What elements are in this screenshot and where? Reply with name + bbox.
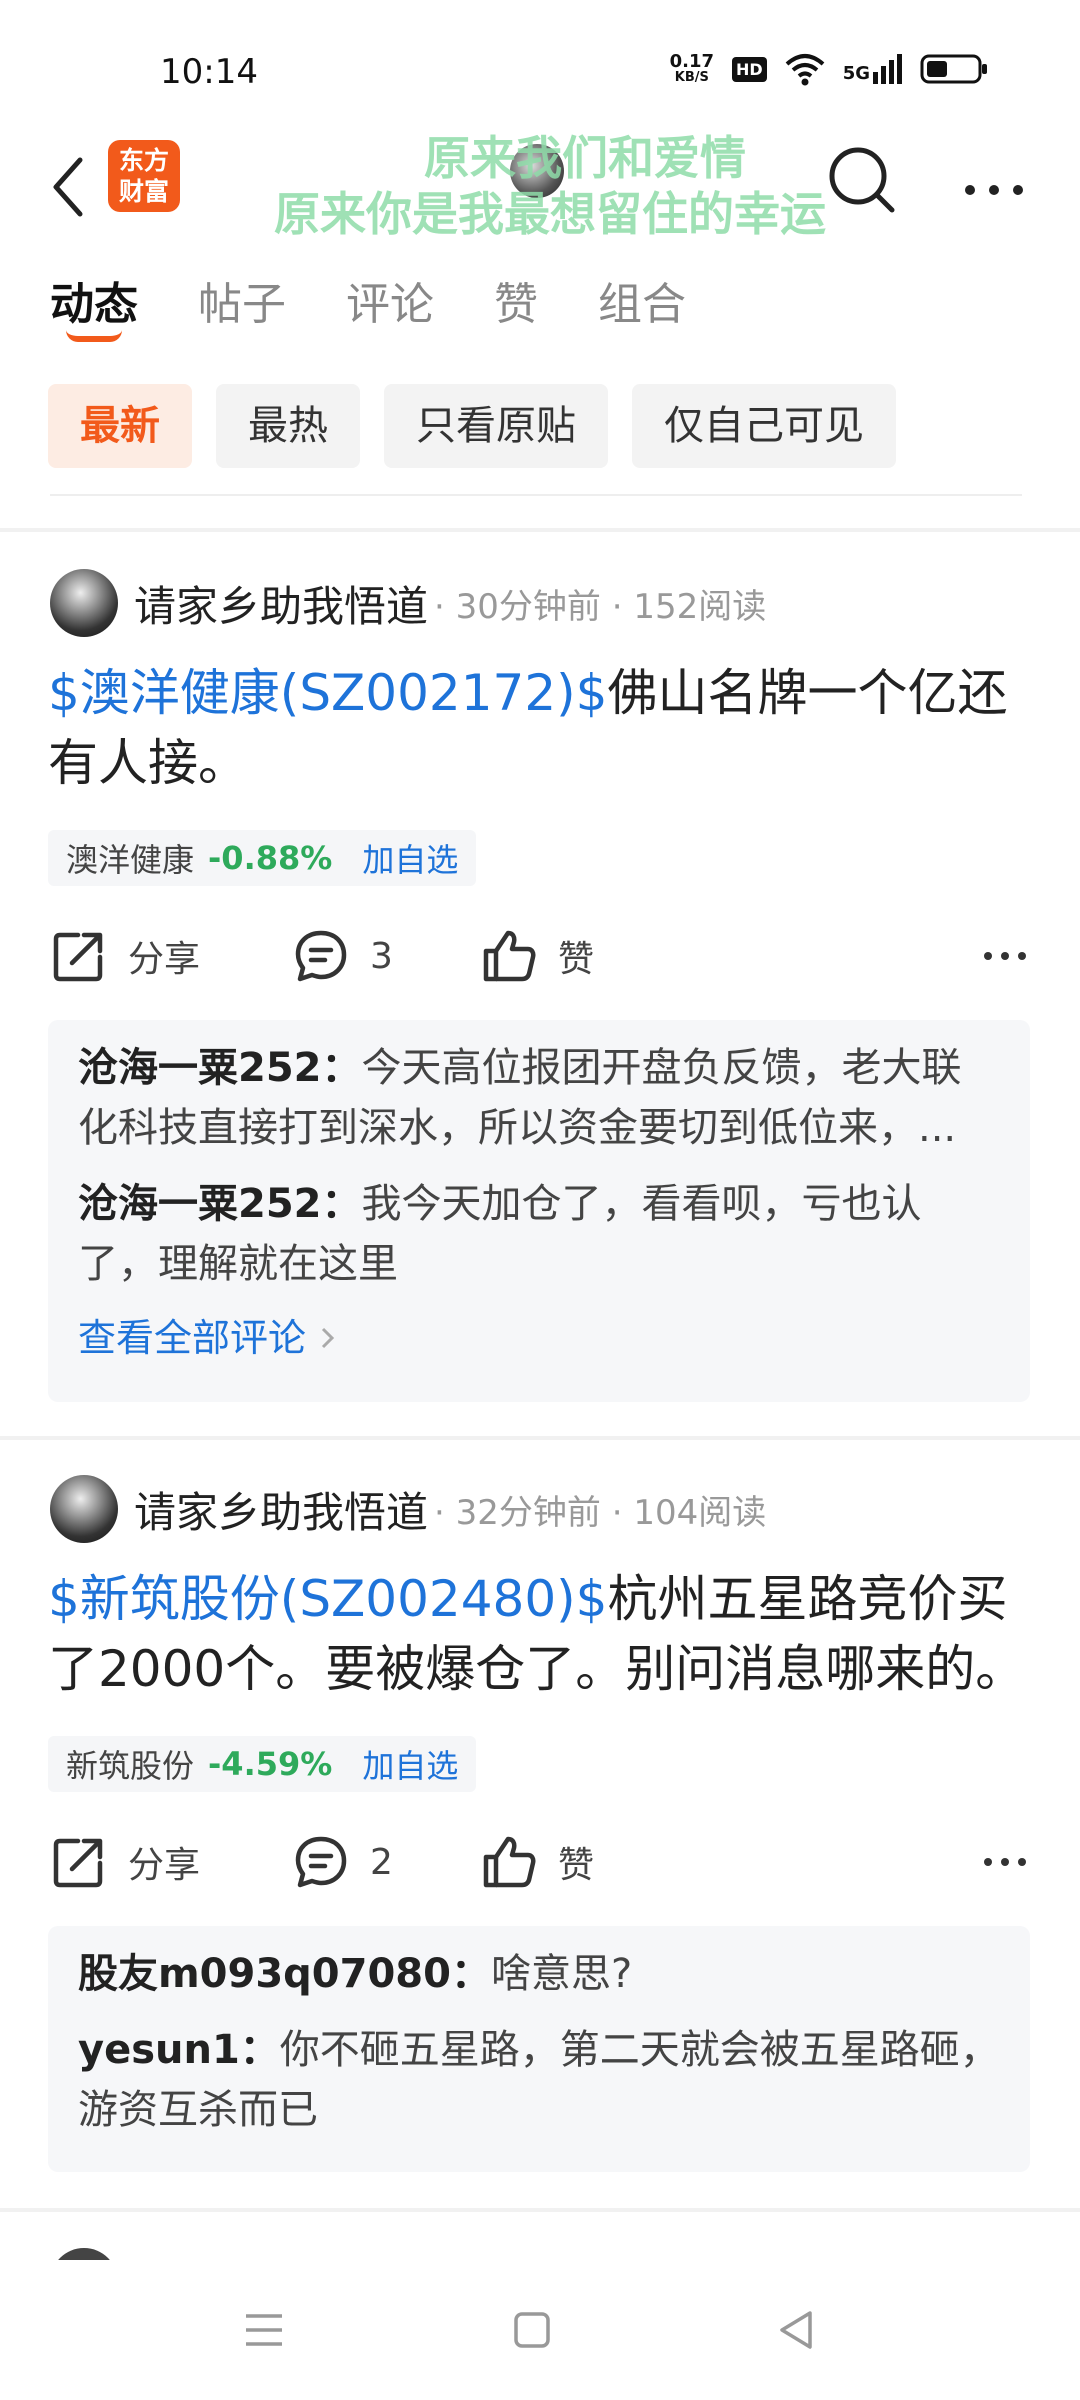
divider — [0, 1436, 1080, 1440]
add-watchlist-button[interactable]: 加自选 — [362, 835, 458, 881]
comment-author[interactable]: 沧海一粟252 — [78, 1045, 322, 1091]
avatar[interactable] — [50, 1475, 118, 1543]
stock-tag-change: -4.59% — [208, 1745, 333, 1783]
back-triangle-icon — [780, 2311, 812, 2349]
tab-likes[interactable]: 赞 — [494, 268, 538, 348]
stock-link[interactable]: $新筑股份(SZ002480)$ — [48, 1570, 608, 1628]
comment-preview: 股友m093q07080：啥意思? yesun1：你不砸五星路，第二天就会被五星… — [48, 1926, 1030, 2172]
stock-link[interactable]: $澳洋健康(SZ002172)$ — [48, 664, 608, 722]
avatar[interactable] — [50, 569, 118, 637]
status-icons: 0.17 KB/S HD 5G — [670, 52, 990, 86]
comment-count: 2 — [370, 1841, 393, 1883]
comment-text: 啥意思? — [490, 1951, 633, 1997]
post-actions: 分享 2 赞 — [50, 1822, 1030, 1902]
status-bar: 10:14 0.17 KB/S HD 5G — [0, 0, 1080, 140]
back-button[interactable] — [756, 2290, 836, 2370]
filter-chips: 最新 最热 只看原贴 仅自己可见 — [48, 384, 896, 468]
home-button[interactable] — [492, 2290, 572, 2370]
comment-item[interactable]: yesun1：你不砸五星路，第二天就会被五星路砸，游资互杀而已 — [78, 2020, 1000, 2140]
divider — [0, 2208, 1080, 2212]
add-watchlist-button[interactable]: 加自选 — [362, 1741, 458, 1787]
tab-portfolio[interactable]: 组合 — [598, 268, 686, 348]
comment-button[interactable]: 3 — [292, 916, 393, 996]
stock-tag-name: 新筑股份 — [66, 1747, 195, 1785]
post-meta: 请家乡助我悟道 · 30分钟前 · 152阅读 — [50, 568, 766, 638]
post-time-reads: · 32分钟前 · 104阅读 — [434, 1492, 767, 1533]
stock-tag-name: 澳洋健康 — [66, 841, 195, 879]
comment-author[interactable]: 股友m093q07080 — [78, 1951, 451, 1997]
share-button[interactable]: 分享 — [50, 1822, 200, 1902]
menu-button[interactable] — [224, 2290, 304, 2370]
home-icon — [514, 2312, 550, 2348]
comment-icon — [295, 930, 347, 982]
comment-item[interactable]: 沧海一粟252：我今天加仓了，看看呗，亏也认了，理解就在这里 — [78, 1174, 1000, 1294]
post-author[interactable]: 请家乡助我悟道 — [134, 1479, 428, 1540]
comment-button[interactable]: 2 — [292, 1822, 393, 1902]
post-body[interactable]: $澳洋健康(SZ002172)$佛山名牌一个亿还有人接。 — [48, 658, 1028, 798]
like-icon — [483, 930, 536, 982]
comment-item[interactable]: 沧海一粟252：今天高位报团开盘负反馈，老大联化科技直接打到深水，所以资金要切到… — [78, 1038, 1000, 1158]
divider — [0, 528, 1080, 532]
filter-latest[interactable]: 最新 — [48, 384, 192, 468]
stock-tag-change: -0.88% — [208, 839, 333, 877]
post-body[interactable]: $新筑股份(SZ002480)$杭州五星路竞价买了2000个。要被爆仓了。别问消… — [48, 1564, 1028, 1704]
tab-dynamic[interactable]: 动态 — [50, 268, 138, 348]
tab-posts[interactable]: 帖子 — [198, 268, 286, 348]
post-meta: 请家乡助我悟道 · 32分钟前 · 104阅读 — [50, 1474, 766, 1544]
post-card: 请家乡助我悟道 · 30分钟前 · 152阅读 $澳洋健康(SZ002172)$… — [0, 568, 1080, 1408]
post-card: 请家乡助我悟道 · 32分钟前 · 104阅读 $新筑股份(SZ002480)$… — [0, 1474, 1080, 2174]
comment-author[interactable]: 沧海一粟252 — [78, 1181, 322, 1227]
net-speed: 0.17 KB/S — [669, 51, 715, 85]
cell-signal-icon: 5G — [843, 54, 902, 84]
more-icon[interactable] — [980, 936, 1030, 976]
more-icon[interactable] — [980, 1842, 1030, 1882]
hd-badge: HD — [732, 56, 767, 82]
filter-private[interactable]: 仅自己可见 — [632, 384, 896, 468]
comment-count: 3 — [370, 935, 393, 977]
back-icon[interactable] — [40, 142, 100, 232]
like-icon — [483, 1836, 536, 1888]
battery-icon — [920, 54, 987, 84]
comment-item[interactable]: 股友m093q07080：啥意思? — [78, 1944, 1000, 2004]
wifi-icon — [785, 54, 825, 86]
share-icon — [53, 1838, 103, 1888]
comment-author[interactable]: yesun1 — [78, 2027, 240, 2073]
tab-comments[interactable]: 评论 — [346, 268, 434, 348]
lyrics-overlay: 原来我们和爱情 原来你是我最想留住的幸运 — [274, 131, 826, 241]
status-time: 10:14 — [160, 52, 258, 92]
comment-icon — [295, 1836, 347, 1888]
menu-icon — [246, 2314, 282, 2346]
post-author[interactable]: 请家乡助我悟道 — [134, 573, 428, 634]
filter-original-only[interactable]: 只看原贴 — [384, 384, 608, 468]
view-all-comments-link[interactable]: 查看全部评论 — [78, 1310, 1000, 1366]
more-icon[interactable] — [960, 150, 1030, 210]
stock-tag[interactable]: 新筑股份 -4.59% 加自选 — [48, 1736, 477, 1792]
filter-hot[interactable]: 最热 — [216, 384, 360, 468]
chevron-right-icon — [322, 1327, 335, 1349]
header: 东方 财富 原来我们和爱情 原来你是我最想留住的幸运 — [0, 130, 1080, 250]
app-logo[interactable]: 东方 财富 — [108, 140, 180, 212]
divider — [50, 494, 1022, 496]
search-icon[interactable] — [822, 140, 902, 220]
share-icon — [53, 932, 103, 982]
stock-tag[interactable]: 澳洋健康 -0.88% 加自选 — [48, 830, 477, 886]
like-button[interactable]: 赞 — [480, 916, 594, 996]
post-actions: 分享 3 赞 — [50, 916, 1030, 996]
post-time-reads: · 30分钟前 · 152阅读 — [434, 586, 767, 627]
comment-preview: 沧海一粟252：今天高位报团开盘负反馈，老大联化科技直接打到深水，所以资金要切到… — [48, 1020, 1030, 1402]
system-nav-bar — [0, 2260, 1080, 2400]
tab-underline — [66, 330, 122, 342]
like-button[interactable]: 赞 — [480, 1822, 594, 1902]
share-button[interactable]: 分享 — [50, 916, 200, 996]
tab-bar: 动态 帖子 评论 赞 组合 — [50, 268, 686, 348]
